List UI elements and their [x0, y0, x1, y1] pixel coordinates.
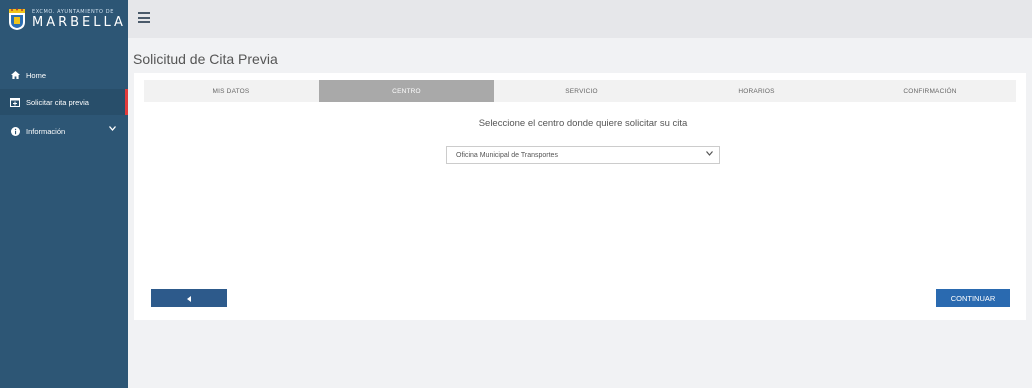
step-centro: CENTRO: [319, 80, 494, 102]
content-card: [134, 73, 1026, 320]
page-title: Solicitud de Cita Previa: [133, 51, 278, 67]
center-select-value: Oficina Municipal de Transportes: [456, 151, 558, 159]
brand-title: MARBELLA: [32, 14, 126, 30]
brand-subtitle: EXCMO. AYUNTAMIENTO DE: [32, 8, 114, 15]
home-icon: [10, 70, 20, 80]
step-horarios: HORARIOS: [738, 87, 775, 95]
sidebar-item-label: Home: [26, 70, 47, 80]
sidebar-item-solicitar-cita[interactable]: Solicitar cita previa: [0, 89, 128, 115]
back-button[interactable]: [151, 289, 227, 307]
instruction-text: Seleccione el centro donde quiere solici…: [478, 118, 688, 129]
caret-left-icon: [186, 289, 192, 307]
sidebar-item-home[interactable]: Home: [0, 62, 128, 88]
center-select[interactable]: Oficina Municipal de Transportes: [446, 146, 720, 164]
brand-logo[interactable]: EXCMO. AYUNTAMIENTO DE MARBELLA: [0, 0, 128, 38]
wizard-steps: MIS DATOS CENTRO SERVICIO HORARIOS CONFI…: [144, 80, 1016, 102]
instruction-text-wrapper: Seleccione el centro donde quiere solici…: [0, 118, 1032, 129]
sidebar-item-label: Solicitar cita previa: [26, 97, 89, 107]
coat-of-arms-icon: [8, 7, 26, 31]
step-servicio: SERVICIO: [565, 87, 598, 95]
calendar-plus-icon: [10, 97, 20, 107]
active-indicator: [125, 89, 128, 115]
top-bar: [128, 0, 1032, 38]
step-mis-datos: MIS DATOS: [212, 87, 250, 95]
chevron-down-icon: [706, 151, 713, 158]
sidebar: [0, 0, 128, 388]
continue-button[interactable]: CONTINUAR: [936, 289, 1010, 307]
hamburger-icon[interactable]: [138, 12, 150, 23]
step-confirmacion: CONFIRMACIÓN: [903, 87, 957, 95]
